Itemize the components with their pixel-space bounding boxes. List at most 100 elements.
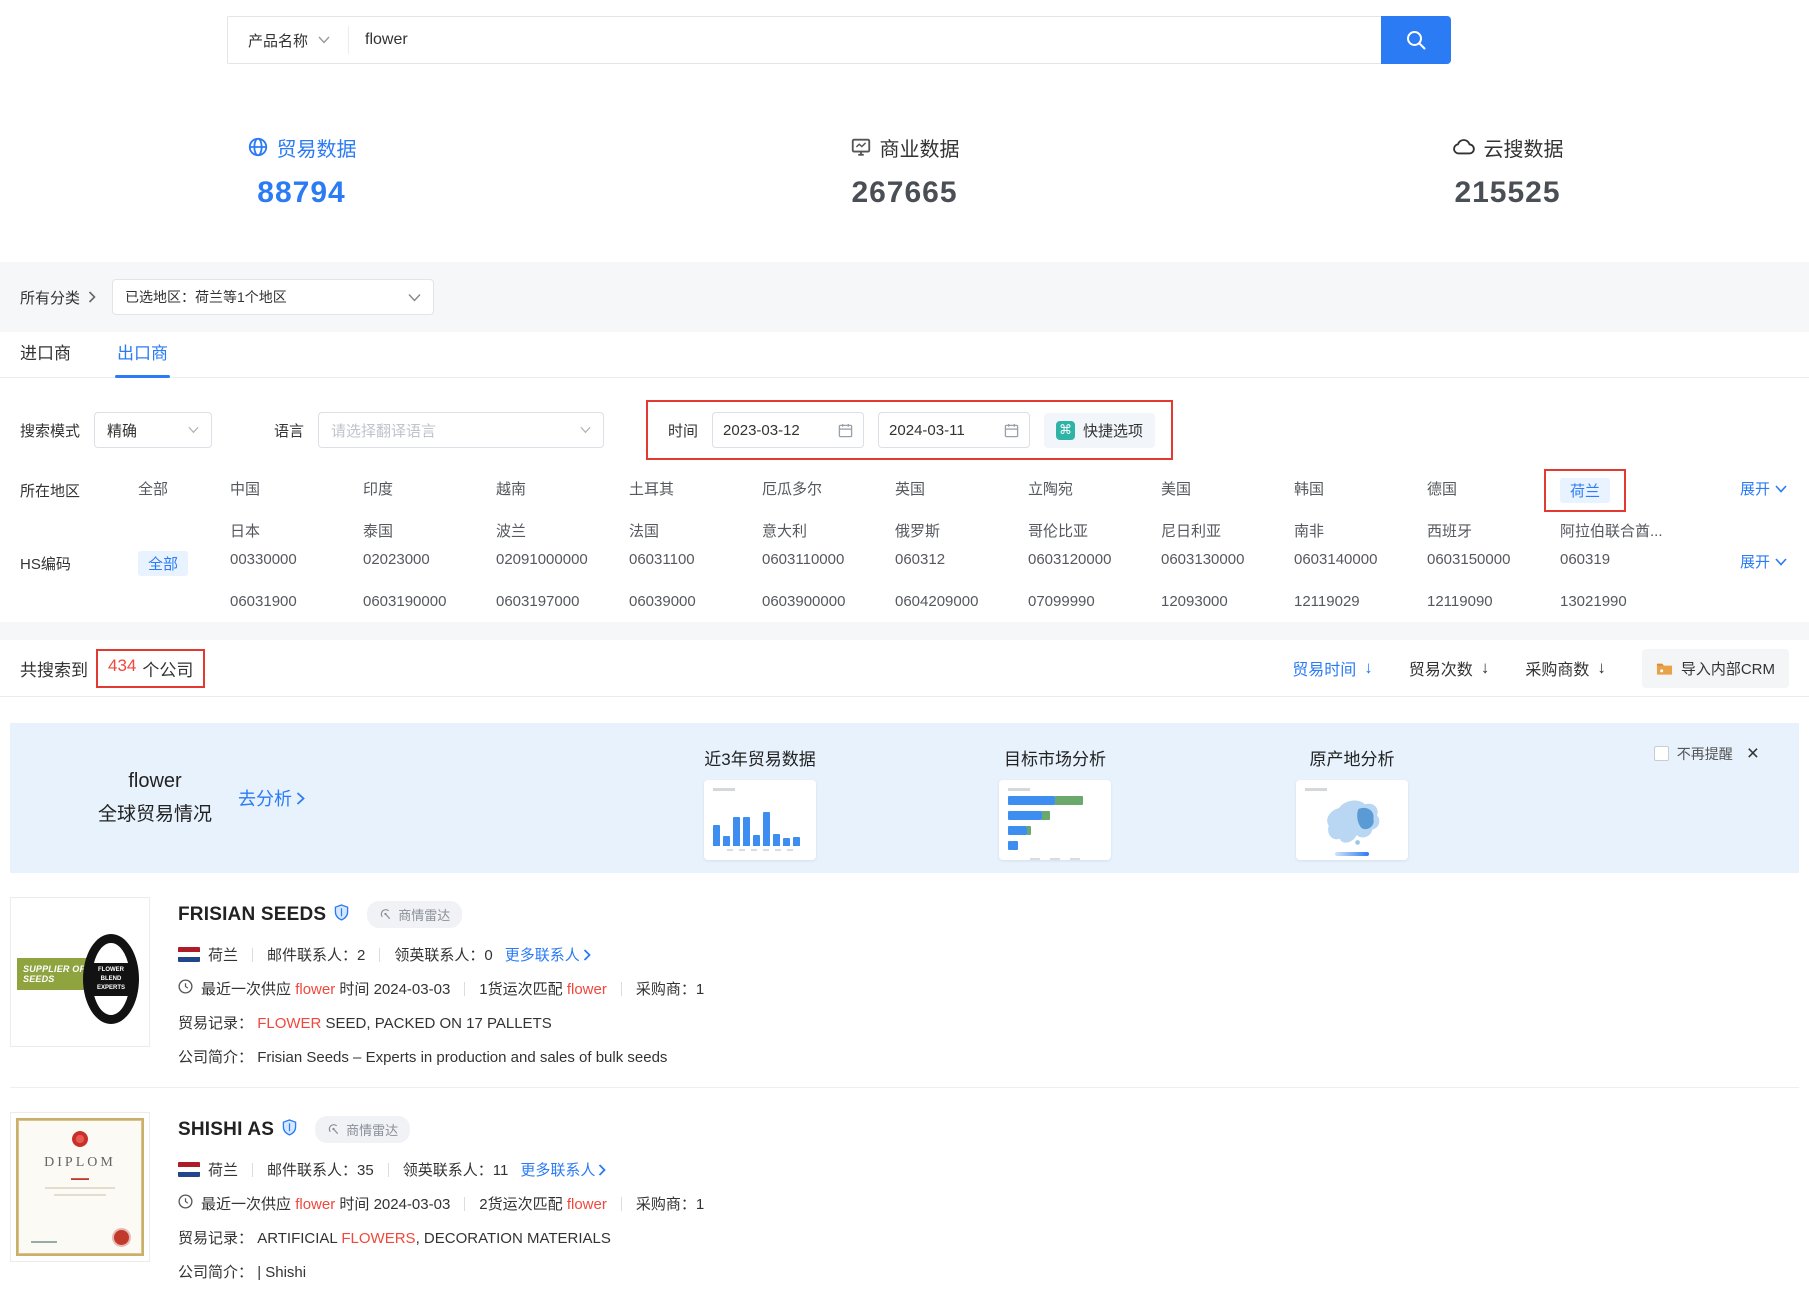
hs-code-option[interactable]: 07099990	[1028, 593, 1161, 610]
search-category-dropdown[interactable]: 产品名称	[228, 26, 349, 54]
region-option[interactable]: 哥伦比亚	[1028, 520, 1161, 541]
sort-trade-time[interactable]: 贸易时间 ↓	[1292, 656, 1373, 680]
hs-code-option[interactable]: 0603130000	[1161, 551, 1294, 568]
search-input[interactable]	[349, 31, 1381, 49]
banner-card-origin[interactable]: 原产地分析	[1277, 745, 1427, 860]
region-option[interactable]: 西班牙	[1427, 520, 1560, 541]
more-contacts-link[interactable]: 更多联系人	[520, 1159, 606, 1180]
region-option[interactable]: 立陶宛	[1028, 478, 1161, 499]
hs-code-option[interactable]: 06039000	[629, 593, 762, 610]
company-logo[interactable]: SUPPLIER OF ALL SEEDS FLOWER BLEND EXPER…	[10, 897, 150, 1047]
region-option[interactable]: 阿拉伯联合酋...	[1560, 520, 1693, 541]
shield-icon[interactable]	[282, 1119, 297, 1141]
close-icon[interactable]: ×	[1747, 743, 1759, 764]
date-from-value: 2023-03-12	[723, 422, 800, 439]
company-card: SUPPLIER OF ALL SEEDS FLOWER BLEND EXPER…	[0, 873, 1809, 1067]
last-supply-label: 最近一次供应	[201, 1196, 291, 1213]
business-radar-badge[interactable]: 商情雷达	[315, 1116, 410, 1143]
more-contacts-link[interactable]: 更多联系人	[505, 944, 591, 965]
thumbnail-title-placeholder	[1305, 788, 1327, 791]
region-option[interactable]: 俄罗斯	[895, 520, 1028, 541]
sort-buyer-count[interactable]: 采购商数 ↓	[1525, 656, 1606, 680]
region-all-option[interactable]: 全部	[138, 478, 230, 499]
banner-card-target-market[interactable]: 目标市场分析	[980, 745, 1130, 860]
region-option[interactable]: 泰国	[363, 520, 496, 541]
region-option[interactable]: 德国	[1427, 478, 1560, 499]
date-to-input[interactable]: 2024-03-11	[878, 412, 1030, 448]
company-country: 荷兰	[208, 944, 238, 965]
chevron-down-icon	[1775, 485, 1787, 493]
search-button[interactable]	[1381, 16, 1451, 64]
date-from-input[interactable]: 2023-03-12	[712, 412, 864, 448]
hs-code-option[interactable]: 0603197000	[496, 593, 629, 610]
region-option[interactable]: 尼日利亚	[1161, 520, 1294, 541]
hs-code-option[interactable]: 060312	[895, 551, 1028, 568]
region-option[interactable]: 越南	[496, 478, 629, 499]
region-option[interactable]: 中国	[230, 478, 363, 499]
banner-card-trade-data[interactable]: 近3年贸易数据	[685, 745, 835, 860]
hs-code-option[interactable]: 0603900000	[762, 593, 895, 610]
company-name[interactable]: FRISIAN SEEDS	[178, 904, 326, 926]
region-option[interactable]: 土耳其	[629, 478, 762, 499]
search-mode-value: 精确	[107, 420, 137, 441]
hs-code-option[interactable]: 060319	[1560, 551, 1693, 568]
linkedin-contacts-label: 领英联系人：	[394, 947, 484, 964]
profile-label: 公司简介：	[178, 1264, 253, 1281]
hs-code-option[interactable]: 06031900	[230, 593, 363, 610]
region-option[interactable]: 印度	[363, 478, 496, 499]
region-option[interactable]: 南非	[1294, 520, 1427, 541]
region-option[interactable]: 法国	[629, 520, 762, 541]
tab-exporter[interactable]: 出口商	[117, 332, 168, 378]
expand-label: 展开	[1740, 478, 1770, 499]
import-crm-button[interactable]: 导入内部CRM	[1642, 649, 1789, 688]
all-categories-label: 所有分类	[20, 287, 80, 308]
business-radar-badge[interactable]: 商情雷达	[367, 901, 462, 928]
hs-code-option[interactable]: 0603190000	[363, 593, 496, 610]
results-count-highlight-box: 434 个公司	[96, 649, 205, 688]
selected-region-dropdown[interactable]: 已选地区：荷兰等1个地区	[112, 279, 434, 315]
buyers-count: 1	[696, 981, 704, 998]
hs-code-option[interactable]: 0603150000	[1427, 551, 1560, 568]
divider	[388, 1163, 389, 1177]
search-mode-select[interactable]: 精确	[94, 412, 212, 448]
all-categories-link[interactable]: 所有分类	[20, 287, 96, 308]
hs-code-option[interactable]: 12093000	[1161, 593, 1294, 610]
hs-code-option[interactable]: 06031100	[629, 551, 762, 568]
hs-expand-link[interactable]: 展开	[1740, 551, 1787, 572]
linkedin-contacts-count: 11	[493, 1162, 509, 1179]
hs-code-option[interactable]: 02023000	[363, 551, 496, 568]
hs-code-option[interactable]: 12119090	[1427, 593, 1560, 610]
quick-options-button[interactable]: ⌘ 快捷选项	[1044, 413, 1155, 448]
hs-code-option[interactable]: 0603110000	[762, 551, 895, 568]
language-select[interactable]: 请选择翻译语言	[318, 412, 604, 448]
company-logo[interactable]: DIPLOM ▬▬▬	[10, 1112, 150, 1262]
stat-business-data[interactable]: 商业数据 267665	[603, 133, 1206, 210]
region-option[interactable]: 日本	[230, 520, 363, 541]
region-option[interactable]: 波兰	[496, 520, 629, 541]
region-option[interactable]: 韩国	[1294, 478, 1427, 499]
email-contacts-count: 35	[357, 1162, 374, 1179]
region-expand-link[interactable]: 展开	[1740, 478, 1787, 499]
tab-importer[interactable]: 进口商	[20, 332, 71, 378]
divider	[464, 1197, 465, 1211]
hs-all-option[interactable]: 全部	[138, 551, 188, 576]
hs-code-option[interactable]: 0604209000	[895, 593, 1028, 610]
hs-code-option[interactable]: 12119029	[1294, 593, 1427, 610]
hs-code-option[interactable]: 02091000000	[496, 551, 629, 568]
stat-cloud-search-data[interactable]: 云搜数据 215525	[1206, 133, 1809, 210]
company-name[interactable]: SHISHI AS	[178, 1119, 274, 1141]
hs-code-option[interactable]: 0603140000	[1294, 551, 1427, 568]
region-option[interactable]: 英国	[895, 478, 1028, 499]
stat-trade-data[interactable]: 贸易数据 88794	[0, 133, 603, 210]
region-option[interactable]: 意大利	[762, 520, 895, 541]
go-analyze-link[interactable]: 去分析	[238, 785, 305, 811]
shield-icon[interactable]	[334, 904, 349, 926]
sort-trade-count[interactable]: 贸易次数 ↓	[1409, 656, 1490, 680]
hs-code-option[interactable]: 0603120000	[1028, 551, 1161, 568]
hs-code-option[interactable]: 13021990	[1560, 593, 1693, 610]
hs-code-option[interactable]: 00330000	[230, 551, 363, 568]
region-option[interactable]: 美国	[1161, 478, 1294, 499]
region-option[interactable]: 厄瓜多尔	[762, 478, 895, 499]
dismiss-checkbox[interactable]	[1654, 746, 1669, 761]
region-option-selected[interactable]: 荷兰	[1560, 478, 1610, 503]
